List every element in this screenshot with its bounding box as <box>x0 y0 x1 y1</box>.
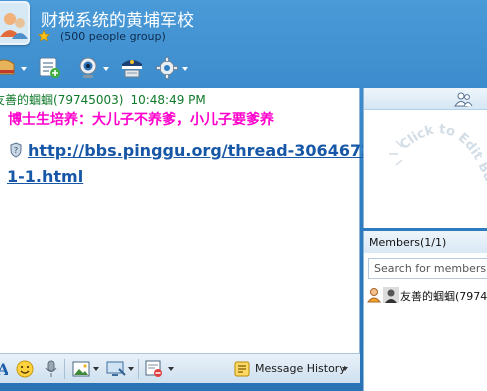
history-icon <box>234 361 250 377</box>
message-text: 博士生培养：大儿子不养爹，小儿子要爹养 <box>8 112 274 128</box>
message-header: 友善的蝈蝈(79745003) 10:48:49 PM <box>0 91 206 108</box>
chevron-down-icon <box>21 67 27 71</box>
admin-button[interactable] <box>119 55 147 81</box>
apps-button[interactable] <box>0 55 30 81</box>
star-icon <box>38 30 50 42</box>
members-title: Members(1/1) <box>364 231 487 253</box>
chevron-down-icon <box>182 67 188 71</box>
member-name: 友善的蝈蝈(7974 <box>400 290 487 303</box>
microphone-icon[interactable] <box>43 360 59 378</box>
chevron-down-icon <box>342 367 348 371</box>
bread-icon <box>0 59 15 75</box>
chevron-down-icon <box>103 67 109 71</box>
image-icon[interactable] <box>72 360 90 378</box>
input-toolbar: A Message History <box>0 353 360 383</box>
chat-history[interactable]: 友善的蝈蝈(79745003) 10:48:49 PM 博士生培养：大儿子不养爹，… <box>0 88 379 353</box>
settings-button[interactable] <box>155 55 189 81</box>
sender-name[interactable]: 友善的蝈蝈 <box>0 93 53 107</box>
message-history-label: Message History <box>255 362 346 375</box>
chevron-down-icon[interactable] <box>93 367 99 371</box>
gear-icon <box>156 57 178 79</box>
group-bulletin[interactable]: Click to Edit Bulletin <box>363 88 487 228</box>
police-icon <box>122 60 142 78</box>
group-size-label: (500 people group) <box>60 30 166 43</box>
link-line-2[interactable]: 1-1.html <box>7 167 83 186</box>
message-link[interactable]: http://bbs.pinggu.org/thread-3064672- <box>28 138 379 164</box>
group-title: 财税系统的黄埔军校 <box>41 11 194 31</box>
title-bar: 财税系统的黄埔军校 (500 people group) <box>0 0 487 50</box>
block-image-icon[interactable] <box>145 360 163 378</box>
message-history-button[interactable]: Message History <box>233 358 353 380</box>
message-link-continued[interactable]: 1-1.html <box>7 164 339 190</box>
webcam-icon <box>79 57 97 78</box>
chevron-down-icon[interactable] <box>128 367 134 371</box>
avatar <box>383 287 399 303</box>
video-button[interactable] <box>76 55 110 81</box>
toolbar <box>0 50 487 86</box>
sender-id: (79745003) <box>53 93 124 107</box>
screenshot-icon[interactable] <box>106 360 126 378</box>
group-share-icon <box>39 57 60 78</box>
group-avatar[interactable] <box>0 1 30 45</box>
chevron-down-icon[interactable] <box>168 367 174 371</box>
members-panel: Members(1/1) 友善的蝈蝈(7974 <box>363 231 487 391</box>
member-list-item[interactable]: 友善的蝈蝈(7974 <box>364 286 487 304</box>
members-icon[interactable] <box>453 91 473 107</box>
divider <box>64 359 65 379</box>
svg-text:Click to Edit Bulletin: Click to Edit Bulletin <box>364 110 487 200</box>
emoji-icon[interactable] <box>16 360 34 378</box>
window-bottom-edge <box>0 383 360 391</box>
svg-text:A: A <box>0 360 8 378</box>
font-icon[interactable]: A <box>0 360 8 378</box>
svg-text:?: ? <box>14 146 18 155</box>
owner-icon <box>367 288 381 303</box>
edit-bulletin-text: Click to Edit Bulletin <box>364 110 487 200</box>
message-time: 10:48:49 PM <box>130 93 206 107</box>
group-share-button[interactable] <box>38 55 74 81</box>
edit-bulletin-watermark: Click to Edit Bulletin <box>364 110 487 200</box>
group-people-icon <box>0 13 28 39</box>
member-search-input[interactable] <box>368 258 487 279</box>
side-panel: Click to Edit Bulletin Members(1/1) 友善的蝈… <box>363 88 487 391</box>
link-line-1[interactable]: http://bbs.pinggu.org/thread-3064672- <box>28 141 379 160</box>
bulletin-header <box>364 88 487 110</box>
shield-link-icon: ? <box>10 142 22 158</box>
divider <box>138 359 139 379</box>
